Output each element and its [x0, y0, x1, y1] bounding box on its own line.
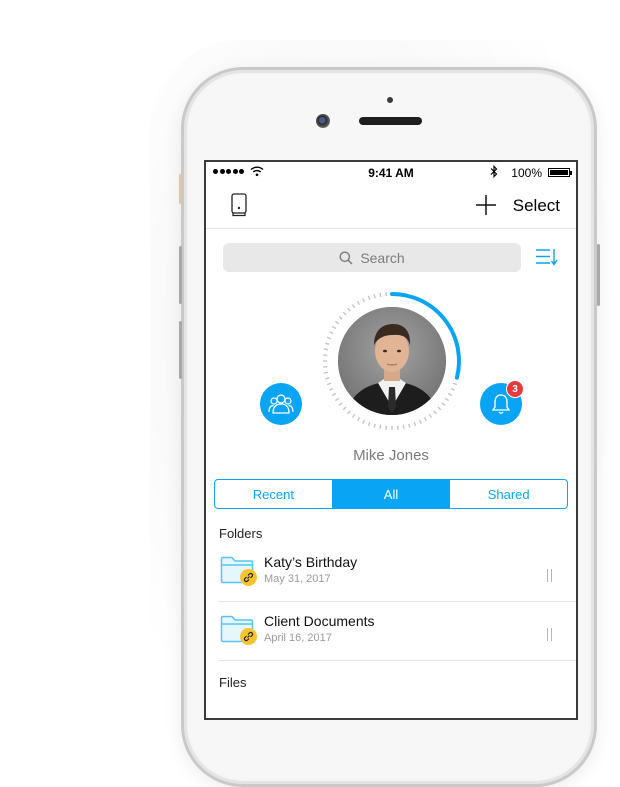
earpiece-speaker: [359, 117, 422, 125]
ring-tick: [368, 296, 369, 300]
bell-icon: [491, 393, 511, 415]
ring-tick: [380, 293, 381, 297]
notification-count-badge: 3: [506, 380, 524, 398]
folder-date: April 16, 2017: [264, 632, 332, 644]
ring-tick: [403, 425, 404, 429]
bluetooth-icon: [490, 165, 498, 178]
ring-tick: [335, 321, 338, 323]
tab-shared[interactable]: Shared: [449, 480, 567, 508]
ring-tick: [438, 407, 441, 410]
ring-tick: [368, 422, 369, 426]
ring-tick: [425, 417, 427, 420]
proximity-sensor: [387, 97, 393, 103]
ring-tick: [332, 394, 335, 396]
ring-tick: [380, 425, 381, 429]
ring-tick: [343, 407, 346, 410]
ring-tick: [325, 343, 329, 344]
avatar-photo: [338, 307, 446, 415]
ring-tick: [348, 308, 351, 311]
ring-tick: [329, 388, 333, 390]
ring-tick: [434, 411, 437, 414]
ring-tick: [409, 424, 410, 428]
app-screen: 9:41 AM 100% Select Search: [204, 160, 578, 720]
avatar[interactable]: [338, 307, 446, 415]
user-name: Mike Jones: [206, 447, 576, 464]
ring-tick: [429, 414, 431, 417]
power-button: [597, 244, 600, 306]
ring-tick: [348, 411, 351, 414]
ring-tick: [442, 403, 445, 406]
folder-name: Client Documents: [264, 613, 375, 629]
shared-link-icon: [240, 628, 257, 645]
ring-tick: [329, 332, 333, 334]
files-section-label: Files: [219, 675, 246, 690]
ring-tick: [363, 420, 365, 424]
mute-switch: [179, 174, 182, 204]
ring-tick: [414, 422, 415, 426]
ring-tick: [445, 398, 448, 400]
plus-icon[interactable]: [475, 194, 497, 216]
row-divider: [218, 601, 576, 602]
drag-handle-icon[interactable]: [547, 569, 552, 582]
drag-handle-icon[interactable]: [547, 628, 552, 641]
search-placeholder: Search: [360, 250, 404, 266]
ring-tick: [358, 417, 360, 420]
ring-tick: [358, 301, 360, 304]
ring-tick: [453, 383, 457, 384]
row-divider: [218, 660, 576, 661]
list-item[interactable]: Katy’s Birthday May 31, 2017: [218, 546, 578, 604]
ring-tick: [352, 304, 354, 307]
filter-tabs: Recent All Shared: [214, 479, 568, 509]
folder-name: Katy’s Birthday: [264, 554, 357, 570]
people-icon: [268, 393, 294, 415]
search-icon: [339, 251, 353, 265]
front-camera: [316, 114, 330, 128]
tab-recent[interactable]: Recent: [215, 480, 332, 508]
contacts-button[interactable]: [260, 383, 302, 425]
ring-tick: [324, 372, 328, 373]
ring-tick: [374, 424, 375, 428]
battery-icon: [548, 168, 570, 177]
ring-tick: [451, 388, 455, 390]
tab-all[interactable]: All: [332, 480, 450, 508]
volume-up-button: [179, 246, 182, 304]
ring-tick: [339, 403, 342, 406]
folders-section-label: Folders: [219, 526, 262, 541]
device-icon[interactable]: [230, 193, 248, 217]
sort-icon[interactable]: [535, 248, 559, 266]
ring-tick: [343, 312, 346, 315]
folder-date: May 31, 2017: [264, 573, 331, 585]
storage-progress-ring: [320, 289, 464, 433]
select-button[interactable]: Select: [513, 196, 560, 216]
ring-tick: [448, 394, 451, 396]
ring-tick: [324, 349, 328, 350]
ring-tick: [335, 398, 338, 400]
ring-tick: [327, 337, 331, 338]
ring-tick: [325, 378, 329, 379]
navigation-bar: Select: [206, 184, 576, 229]
ring-tick: [363, 298, 365, 302]
volume-down-button: [179, 321, 182, 379]
ring-tick: [332, 327, 335, 329]
search-input[interactable]: Search: [223, 243, 521, 272]
ring-tick: [419, 420, 421, 424]
ring-tick: [374, 294, 375, 298]
ring-tick: [339, 317, 342, 320]
list-item[interactable]: Client Documents April 16, 2017: [218, 605, 578, 663]
ring-tick: [352, 414, 354, 417]
ring-tick: [327, 383, 331, 384]
shared-link-icon: [240, 569, 257, 586]
battery-percent: 100%: [511, 166, 542, 180]
status-bar: 9:41 AM 100%: [206, 162, 576, 184]
